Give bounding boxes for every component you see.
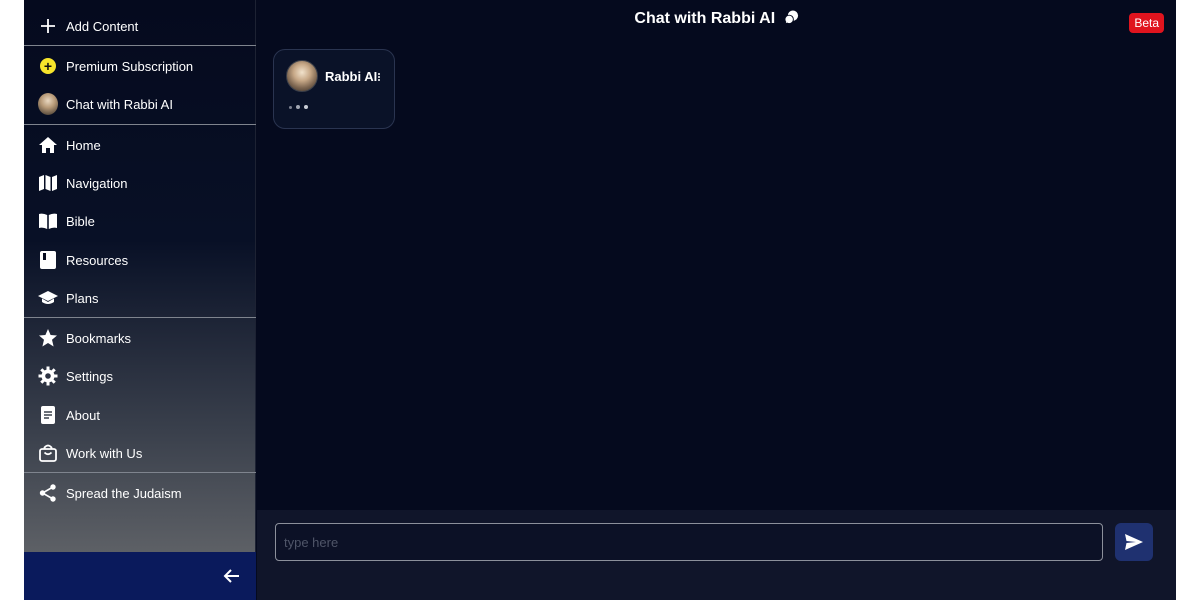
send-icon <box>1125 534 1143 550</box>
sidebar-item-label: Resources <box>66 252 129 268</box>
sidebar-item-label: Bible <box>66 213 95 229</box>
sidebar-divider <box>24 124 256 125</box>
sidebar-item-label: Work with Us <box>66 445 143 461</box>
message-input[interactable] <box>275 523 1103 561</box>
arrow-left-icon <box>223 569 239 583</box>
book-icon <box>38 250 58 270</box>
document-icon <box>38 405 58 425</box>
gear-icon <box>38 366 58 386</box>
sidebar-item-add-content[interactable]: Add Content <box>24 7 256 45</box>
sidebar-footer <box>24 552 256 600</box>
sidebar-item-label: Add Content <box>66 18 139 34</box>
sidebar-item-work[interactable]: Work with Us <box>24 434 256 472</box>
page-title-text: Chat with Rabbi AI <box>634 10 776 27</box>
sidebar-divider <box>24 472 256 473</box>
sidebar-item-home[interactable]: Home <box>24 126 256 164</box>
sidebar-item-label: About <box>66 407 100 423</box>
page-title: Chat with Rabbi AI <box>257 10 1176 30</box>
sidebar-item-label: Plans <box>66 290 99 306</box>
sidebar-item-label: Home <box>66 137 101 153</box>
sidebar-item-settings[interactable]: Settings <box>24 357 256 395</box>
plus-icon <box>38 16 58 36</box>
message-menu-icon[interactable] <box>375 69 383 85</box>
message-bubble: Rabbi AI <box>273 49 395 129</box>
sidebar-item-label: Bookmarks <box>66 330 132 346</box>
sidebar-item-spread[interactable]: Spread the Judaism <box>24 474 256 512</box>
sidebar-item-bookmarks[interactable]: Bookmarks <box>24 319 256 357</box>
chat-bubbles-icon <box>784 10 799 30</box>
sidebar-item-chat[interactable]: Chat with Rabbi AI <box>24 85 256 123</box>
send-button[interactable] <box>1115 523 1153 561</box>
sidebar: Add Content + Premium Subscription Chat … <box>24 0 256 600</box>
sidebar-item-resources[interactable]: Resources <box>24 241 256 279</box>
sidebar-item-label: Premium Subscription <box>66 58 194 74</box>
graduation-cap-icon <box>38 288 58 308</box>
plus-circle-icon: + <box>38 56 58 76</box>
sidebar-item-label: Settings <box>66 368 113 384</box>
sidebar-item-label: Navigation <box>66 175 128 191</box>
message-composer <box>257 510 1176 600</box>
rabbi-avatar <box>286 60 318 92</box>
sidebar-item-navigation[interactable]: Navigation <box>24 164 256 202</box>
sidebar-divider <box>24 317 256 318</box>
sidebar-item-premium[interactable]: + Premium Subscription <box>24 47 256 85</box>
sidebar-item-label: Spread the Judaism <box>66 485 182 501</box>
sidebar-item-about[interactable]: About <box>24 396 256 434</box>
chat-main: Chat with Rabbi AI Beta Rabbi AI <box>257 0 1176 600</box>
star-icon <box>38 328 58 348</box>
map-icon <box>38 173 58 193</box>
beta-badge: Beta <box>1129 13 1164 33</box>
sidebar-item-label: Chat with Rabbi AI <box>66 96 173 112</box>
sender-name: Rabbi AI <box>325 69 378 84</box>
book-open-icon <box>38 211 58 231</box>
share-icon <box>38 483 58 503</box>
sidebar-item-plans[interactable]: Plans <box>24 279 256 317</box>
shopping-bag-icon <box>38 443 58 463</box>
sidebar-item-bible[interactable]: Bible <box>24 202 256 240</box>
typing-indicator <box>289 105 308 109</box>
home-icon <box>38 135 58 155</box>
top-bar: Chat with Rabbi AI Beta <box>257 0 1176 44</box>
collapse-sidebar-button[interactable] <box>220 564 244 588</box>
sidebar-divider <box>24 45 256 46</box>
rabbi-avatar <box>38 93 58 115</box>
app-window: Add Content + Premium Subscription Chat … <box>24 0 1176 600</box>
